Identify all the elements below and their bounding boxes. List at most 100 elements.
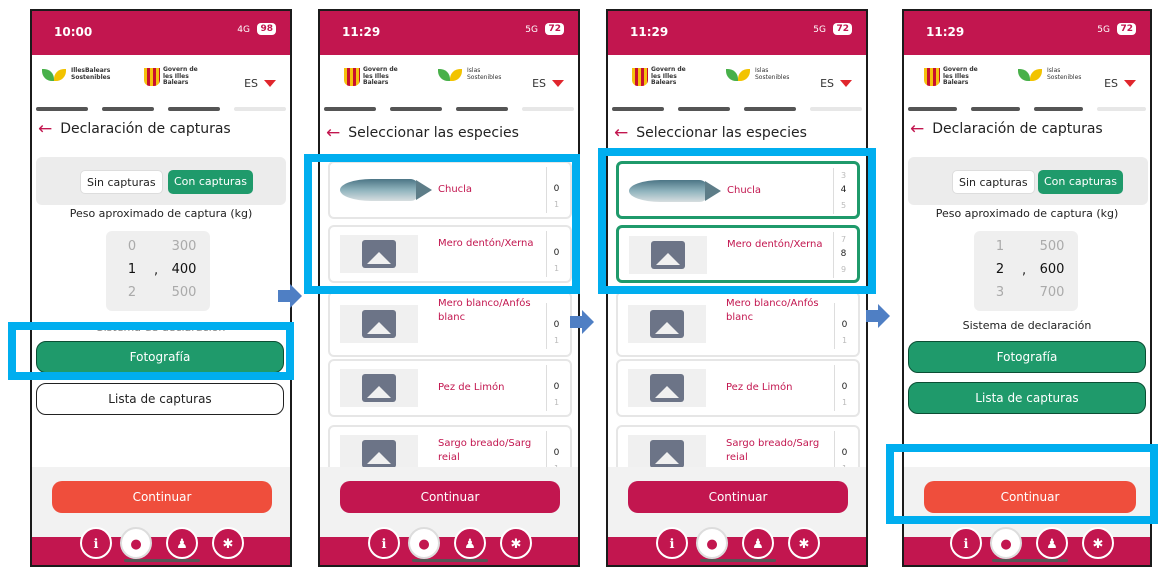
gear-icon[interactable]: ✱ [788,527,820,559]
islas-sostenibles-logo: Islas Sostenibles [438,67,507,83]
species-card[interactable]: Pez de Limón 01 [616,359,860,417]
weight-label: Peso aproximado de captura (kg) [935,207,1119,220]
step-progress [32,107,290,115]
weight-picker[interactable]: 012 , 300 400 500 [106,231,210,311]
govern-logo: Govern de les Illes Balears [344,66,407,87]
chevron-down-icon [552,80,564,87]
home-indicator [700,559,776,562]
status-time: 10:00 [54,25,93,39]
chevron-down-icon [840,80,852,87]
with-catch-button[interactable]: Con capturas [168,170,253,194]
header-logos: Govern de les Illes Balears Islas Sosten… [904,55,1150,107]
language-selector[interactable]: ES [532,77,564,90]
image-placeholder-icon [650,440,684,468]
govern-logo: Govern de les Illes Balears [632,66,695,87]
quantity-stepper[interactable]: 01 [834,365,854,411]
quantity-stepper[interactable]: 01 [546,303,566,349]
species-name: Mero blanco/Anfós blanc [726,298,819,323]
species-card[interactable]: Mero blanco/Anfós blanc 01 [328,291,572,357]
with-catch-button[interactable]: Con capturas [1038,170,1123,194]
status-bar: 11:29 5G 72 [608,11,866,55]
chevron-down-icon [264,80,276,87]
species-card[interactable]: Pez de Limón 01 [328,359,572,417]
step-progress [608,107,866,115]
bottom-nav: ℹ ● ♟ ✱ [32,527,290,565]
species-image [340,369,418,407]
page-title: ← Declaración de capturas [910,119,1103,139]
info-icon[interactable]: ℹ [368,527,400,559]
continue-button[interactable]: Continuar [628,481,848,513]
continue-button[interactable]: Continuar [340,481,560,513]
user-icon[interactable]: ♟ [742,527,774,559]
battery-indicator: 72 [545,23,564,35]
photo-button[interactable]: Fotografía [908,341,1146,373]
fish-icon[interactable]: ● [990,527,1022,559]
fish-icon[interactable]: ● [696,527,728,559]
signal-indicator: 5G [525,25,538,35]
species-name: Mero blanco/Anfós blanc [438,298,531,323]
species-card[interactable]: Mero blanco/Anfós blanc 01 [616,291,860,357]
chevron-down-icon [1124,80,1136,87]
quantity-stepper[interactable]: 01 [546,365,566,411]
step-progress [320,107,578,115]
continue-button[interactable]: Continuar [52,481,272,513]
back-arrow-icon[interactable]: ← [910,119,924,139]
status-bar: 10:00 4G 98 [32,11,290,55]
info-icon[interactable]: ℹ [80,527,112,559]
no-catch-button[interactable]: Sin capturas [80,170,163,194]
language-selector[interactable]: ES [820,77,852,90]
catch-toggle: Sin capturas Con capturas [36,157,286,205]
govern-logo: Govern de les Illes Balears [924,66,987,87]
info-icon[interactable]: ℹ [656,527,688,559]
back-arrow-icon[interactable]: ← [38,119,52,139]
battery-indicator: 98 [257,23,276,35]
fish-icon[interactable]: ● [408,527,440,559]
govern-logo: Govern de les Illes Balears [144,66,209,87]
species-name: Sargo breado/Sarg reial [438,438,532,463]
gear-icon[interactable]: ✱ [212,527,244,559]
weight-picker[interactable]: 123 , 500 600 700 [974,231,1078,311]
bottom-nav: ℹ ● ♟ ✱ [320,527,578,565]
battery-indicator: 72 [1117,23,1136,35]
catch-list-button[interactable]: Lista de capturas [36,383,284,415]
language-selector[interactable]: ES [1104,77,1136,90]
species-name: Pez de Limón [438,382,505,393]
header-logos: Govern de les Illes Balears Islas Sosten… [320,55,578,107]
step-progress [904,107,1150,115]
battery-indicator: 72 [833,23,852,35]
species-image [340,305,418,343]
image-placeholder-icon [362,310,396,338]
image-placeholder-icon [362,440,396,468]
status-bar: 11:29 5G 72 [320,11,578,55]
header-logos: IllesBalears Sostenibles Govern de les I… [32,55,290,107]
page-title: ← Declaración de capturas [38,119,231,139]
bottom-nav: ℹ ● ♟ ✱ [904,527,1150,565]
image-placeholder-icon [362,374,396,402]
user-icon[interactable]: ♟ [1036,527,1068,559]
signal-indicator: 5G [813,25,826,35]
species-name: Sargo breado/Sarg reial [726,438,820,463]
status-time: 11:29 [342,25,381,39]
status-time: 11:29 [926,25,965,39]
info-icon[interactable]: ℹ [950,527,982,559]
language-selector[interactable]: ES [244,77,276,90]
declaration-system-label: Sistema de declaración [962,319,1092,332]
gear-icon[interactable]: ✱ [500,527,532,559]
gear-icon[interactable]: ✱ [1082,527,1114,559]
bottom-nav: ℹ ● ♟ ✱ [608,527,866,565]
back-arrow-icon[interactable]: ← [614,123,628,143]
weight-label: Peso aproximado de captura (kg) [69,207,253,220]
home-indicator [992,559,1068,562]
fish-icon[interactable]: ● [120,527,152,559]
user-icon[interactable]: ♟ [454,527,486,559]
quantity-stepper[interactable]: 01 [834,303,854,349]
highlight-continue-button [886,444,1158,524]
user-icon[interactable]: ♟ [166,527,198,559]
no-catch-button[interactable]: Sin capturas [952,170,1035,194]
species-image [628,369,706,407]
catch-list-button[interactable]: Lista de capturas [908,382,1146,414]
highlight-photo-button [8,322,294,380]
signal-indicator: 5G [1097,25,1110,35]
back-arrow-icon[interactable]: ← [326,123,340,143]
header-logos: Govern de les Illes Balears Islas Sosten… [608,55,866,107]
